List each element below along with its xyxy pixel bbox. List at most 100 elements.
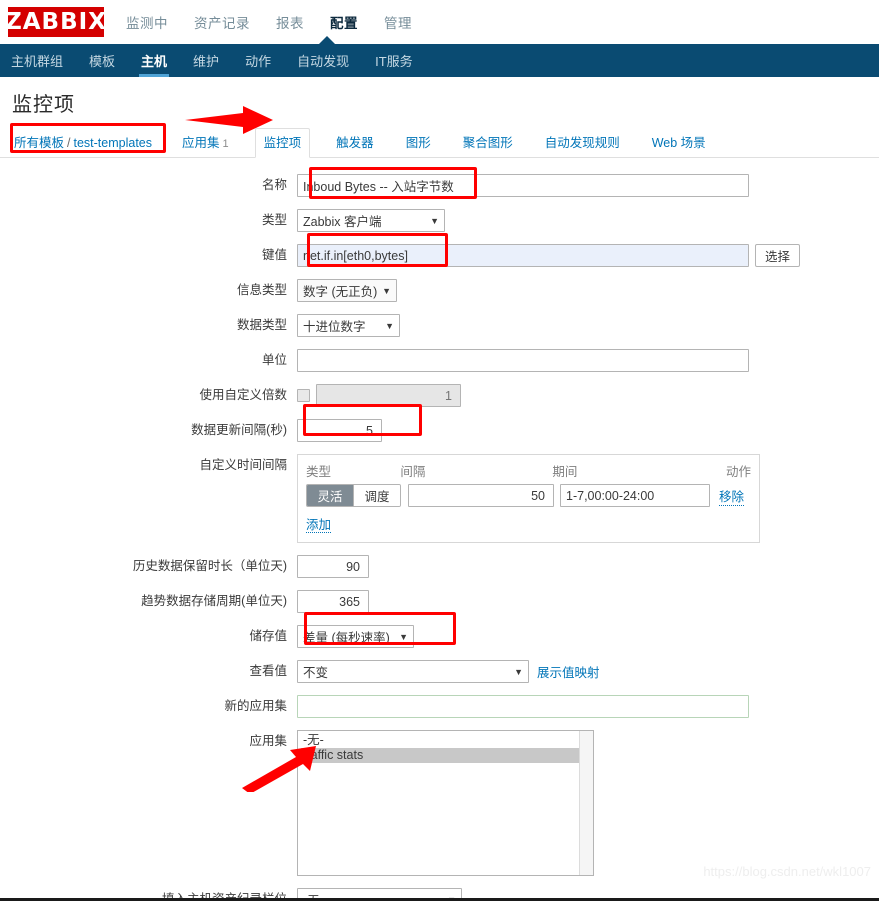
custom-intervals-row: 灵活 调度 移除 — [306, 484, 751, 507]
trends-input[interactable] — [297, 590, 369, 613]
control-update-interval — [297, 419, 382, 442]
show-value-select[interactable]: 不变 ▼ — [297, 660, 529, 683]
tab-screens[interactable]: 聚合图形 — [457, 129, 519, 157]
show-value-select-value: 不变 — [303, 666, 329, 680]
value-type-select[interactable]: 数字 (无正负) ▼ — [297, 279, 397, 302]
subnav-item-it-services[interactable]: IT服务 — [373, 44, 415, 77]
interval-add-link[interactable]: 添加 — [306, 518, 332, 533]
form-row-multiplier: 使用自定义倍数 — [0, 384, 879, 407]
application-option-none[interactable]: -无- — [301, 733, 593, 748]
name-input[interactable] — [297, 174, 749, 197]
label-new-application: 新的应用集 — [224, 699, 287, 713]
form-row-store-value: 储存值 差量 (每秒速率) ▼ — [0, 625, 879, 648]
control-applications: -无- traffic stats — [297, 730, 594, 876]
interval-value-input[interactable] — [408, 484, 554, 507]
top-header: ZABBIX 监测中 资产记录 报表 配置 管理 — [0, 0, 879, 44]
tab-graphs[interactable]: 图形 — [400, 129, 437, 157]
control-multiplier — [297, 384, 461, 407]
applications-listbox-scrollbar[interactable] — [579, 731, 593, 875]
form-row-name: 名称 — [0, 174, 879, 197]
chevron-down-icon: ▼ — [399, 631, 408, 642]
label-type: 类型 — [261, 213, 287, 227]
label-name: 名称 — [261, 178, 287, 192]
subnav-item-templates[interactable]: 模板 — [87, 44, 117, 77]
interval-remove-link[interactable]: 移除 — [719, 486, 745, 506]
chevron-down-icon: ▼ — [385, 320, 394, 331]
multiplier-checkbox[interactable] — [297, 389, 310, 402]
store-value-select-value: 差量 (每秒速率) — [303, 631, 390, 645]
form-row-update-interval: 数据更新间隔(秒) — [0, 419, 879, 442]
interval-period-input[interactable] — [560, 484, 710, 507]
new-application-input[interactable] — [297, 695, 749, 718]
update-interval-input[interactable] — [297, 419, 382, 442]
tab-web-scenarios[interactable]: Web 场景 — [646, 129, 712, 157]
tab-applications-count: 1 — [222, 138, 229, 150]
control-type: Zabbix 客户端 ▼ — [297, 209, 445, 232]
label-units: 单位 — [261, 353, 287, 367]
control-new-application — [297, 695, 749, 718]
control-trends — [297, 590, 369, 613]
form-row-show-value: 查看值 不变 ▼ 展示值映射 — [0, 660, 879, 683]
units-input[interactable] — [297, 349, 749, 372]
tab-items[interactable]: 监控项 — [254, 128, 311, 158]
mainnav-item-administration[interactable]: 管理 — [384, 12, 412, 32]
interval-mode-scheduling[interactable]: 调度 — [353, 485, 400, 506]
header-interval: 间隔 — [400, 465, 426, 479]
tab-applications[interactable]: 应用集 1 — [176, 129, 235, 157]
subnav-item-actions[interactable]: 动作 — [243, 44, 273, 77]
form-row-data-type: 数据类型 十进位数字 ▼ — [0, 314, 879, 337]
type-select[interactable]: Zabbix 客户端 ▼ — [297, 209, 445, 232]
mainnav-item-configuration[interactable]: 配置 — [330, 12, 358, 32]
control-custom-intervals: 类型 间隔 期间 动作 灵活 调度 移除 — [297, 454, 760, 543]
tab-discovery-rules[interactable]: 自动发现规则 — [539, 129, 626, 157]
control-data-type: 十进位数字 ▼ — [297, 314, 400, 337]
zabbix-logo[interactable]: ZABBIX — [5, 7, 106, 37]
custom-intervals-add: 添加 — [306, 507, 751, 533]
breadcrumb-all-templates[interactable]: 所有模板 — [14, 136, 64, 150]
chevron-down-icon: ▼ — [514, 666, 523, 677]
label-applications: 应用集 — [249, 734, 287, 748]
mainnav-item-monitoring[interactable]: 监测中 — [126, 12, 168, 32]
subnav-item-discovery[interactable]: 自动发现 — [295, 44, 351, 77]
history-input[interactable] — [297, 555, 369, 578]
header-type: 类型 — [306, 465, 332, 479]
tab-triggers[interactable]: 触发器 — [330, 129, 380, 157]
value-type-select-value: 数字 (无正负) — [303, 285, 378, 299]
multiplier-input[interactable] — [316, 384, 461, 407]
custom-intervals-header: 类型 间隔 期间 动作 — [306, 461, 751, 484]
mainnav-item-reports[interactable]: 报表 — [276, 12, 304, 32]
label-value-type: 信息类型 — [236, 283, 287, 297]
mainnav-item-inventory[interactable]: 资产记录 — [194, 12, 250, 32]
form-row-custom-intervals: 自定义时间间隔 类型 间隔 期间 动作 灵活 调度 50 1-7,00:00-2… — [0, 454, 879, 543]
item-form: 名称 类型 Zabbix 客户端 ▼ 键值 选择 信息类 — [0, 158, 879, 901]
tab-applications-label: 应用集 — [182, 136, 220, 150]
type-select-value: Zabbix 客户端 — [303, 215, 382, 229]
breadcrumb[interactable]: 所有模板 / test-templates — [14, 132, 152, 157]
store-value-select[interactable]: 差量 (每秒速率) ▼ — [297, 625, 414, 648]
label-key: 键值 — [261, 248, 287, 262]
control-show-value: 不变 ▼ 展示值映射 — [297, 660, 600, 683]
page-title: 监控项 — [12, 94, 75, 116]
key-select-button[interactable]: 选择 — [755, 244, 801, 267]
interval-mode-flexible[interactable]: 灵活 — [307, 485, 353, 506]
custom-intervals-box: 类型 间隔 期间 动作 灵活 调度 移除 — [297, 454, 760, 543]
control-value-type: 数字 (无正负) ▼ — [297, 279, 397, 302]
data-type-select[interactable]: 十进位数字 ▼ — [297, 314, 400, 337]
value-mapping-link[interactable]: 展示值映射 — [537, 662, 600, 681]
application-option-traffic-stats[interactable]: traffic stats — [301, 748, 579, 763]
zabbix-item-config-page: ZABBIX 监测中 资产记录 报表 配置 管理 主机群组 模板 主机 维护 动… — [0, 0, 879, 901]
main-navigation: 监测中 资产记录 报表 配置 管理 — [126, 0, 438, 44]
label-history: 历史数据保留时长（单位天) — [132, 559, 287, 573]
header-action: 动作 — [725, 465, 751, 479]
key-input[interactable] — [297, 244, 749, 267]
subnav-item-maintenance[interactable]: 维护 — [191, 44, 221, 77]
control-history — [297, 555, 369, 578]
form-row-key: 键值 选择 — [0, 244, 879, 267]
subnav-item-host-groups[interactable]: 主机群组 — [9, 44, 65, 77]
applications-listbox[interactable]: -无- traffic stats — [297, 730, 594, 876]
label-multiplier: 使用自定义倍数 — [199, 388, 287, 402]
form-row-history: 历史数据保留时长（单位天) — [0, 555, 879, 578]
breadcrumb-current-template[interactable]: test-templates — [74, 136, 153, 150]
interval-mode-toggle[interactable]: 灵活 调度 — [306, 484, 401, 507]
subnav-item-hosts[interactable]: 主机 — [139, 44, 170, 77]
